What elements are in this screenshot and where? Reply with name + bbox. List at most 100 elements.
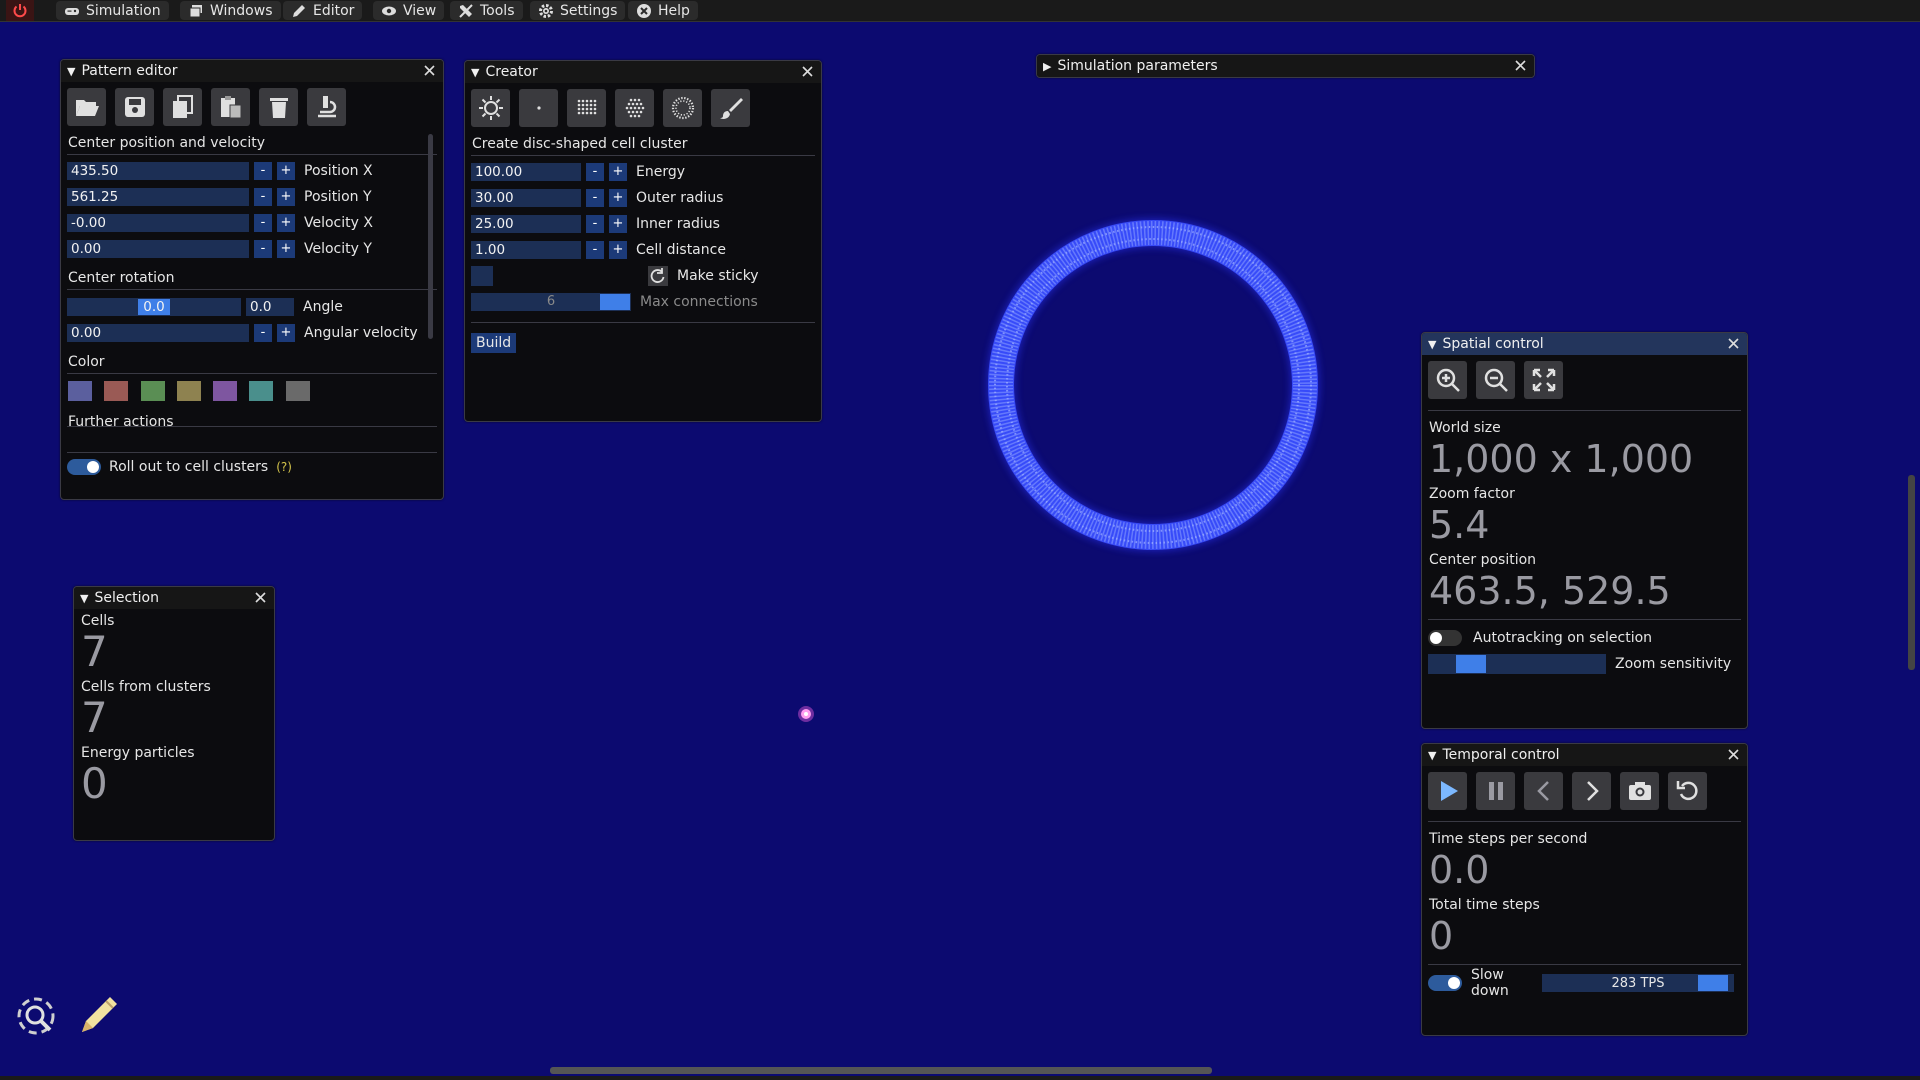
energy-decrement[interactable]: - (586, 162, 604, 181)
collapse-triangle-icon[interactable]: ▼ (471, 66, 479, 79)
close-icon[interactable] (1726, 747, 1741, 762)
create-cell-button[interactable] (471, 89, 510, 127)
menu-settings[interactable]: Settings (530, 1, 626, 20)
autotracking-toggle[interactable] (1428, 630, 1462, 646)
position-y-increment[interactable]: + (277, 187, 295, 206)
collapse-triangle-icon[interactable]: ▼ (1428, 338, 1436, 351)
close-icon[interactable] (422, 63, 437, 78)
position-x-input[interactable]: 435.50 (67, 161, 249, 180)
build-button[interactable]: Build (471, 333, 517, 353)
rollout-toggle[interactable] (67, 459, 101, 475)
spatial-control-title-bar[interactable]: ▼ Spatial control (1422, 333, 1747, 355)
inner-radius-increment[interactable]: + (609, 214, 627, 233)
cell-distance-input[interactable]: 1.00 (471, 240, 581, 259)
simulation-parameters-title-bar[interactable]: ▶ Simulation parameters (1037, 55, 1534, 77)
zoom-sensitivity-slider[interactable] (1428, 654, 1606, 674)
selected-cell-cluster[interactable] (796, 703, 816, 725)
color-swatch-4[interactable] (213, 381, 238, 401)
main-horizontal-scrollbar[interactable] (550, 1067, 1212, 1074)
inspect-button[interactable] (307, 88, 346, 126)
step-forward-button[interactable] (1572, 772, 1611, 810)
menu-editor[interactable]: Editor (283, 1, 363, 20)
open-button[interactable] (67, 88, 106, 126)
edit-mode-pencil-icon[interactable] (76, 992, 122, 1038)
velocity-y-decrement[interactable]: - (254, 239, 272, 258)
max-connections-grab[interactable] (600, 293, 630, 310)
close-icon[interactable] (1513, 58, 1528, 73)
outer-radius-increment[interactable]: + (609, 188, 627, 207)
position-x-decrement[interactable]: - (254, 161, 272, 180)
make-sticky-checkbox[interactable] (471, 265, 493, 286)
pause-button[interactable] (1476, 772, 1515, 810)
color-swatch-1[interactable] (104, 381, 129, 401)
temporal-control-title-bar[interactable]: ▼ Temporal control (1422, 744, 1747, 766)
create-rectangle-button[interactable] (567, 89, 606, 127)
copy-button[interactable] (163, 88, 202, 126)
inner-radius-decrement[interactable]: - (586, 214, 604, 233)
color-swatch-6[interactable] (285, 381, 310, 401)
save-button[interactable] (115, 88, 154, 126)
energy-increment[interactable]: + (609, 162, 627, 181)
cell-distance-increment[interactable]: + (609, 240, 627, 259)
collapse-triangle-icon[interactable]: ▼ (80, 592, 88, 605)
delete-button[interactable] (259, 88, 298, 126)
close-icon[interactable] (800, 64, 815, 79)
power-button[interactable] (6, 0, 34, 21)
menu-view[interactable]: View (373, 1, 445, 20)
close-icon[interactable] (253, 590, 268, 605)
menu-help[interactable]: Help (628, 1, 698, 20)
close-icon[interactable] (1726, 336, 1741, 351)
velocity-x-input[interactable]: -0.00 (67, 213, 249, 232)
snapshot-button[interactable] (1620, 772, 1659, 810)
rollout-help[interactable]: (?) (276, 460, 292, 474)
color-swatch-2[interactable] (140, 381, 165, 401)
velocity-x-decrement[interactable]: - (254, 213, 272, 232)
create-hexagon-button[interactable] (615, 89, 654, 127)
paste-button[interactable] (211, 88, 250, 126)
fit-to-screen-button[interactable] (1524, 361, 1563, 399)
step-backward-button[interactable] (1524, 772, 1563, 810)
reset-icon[interactable] (648, 265, 668, 286)
outer-radius-input[interactable]: 30.00 (471, 188, 581, 207)
velocity-y-increment[interactable]: + (277, 239, 295, 258)
creator-title-bar[interactable]: ▼ Creator (465, 61, 821, 83)
collapse-triangle-icon[interactable]: ▼ (1428, 749, 1436, 762)
tps-slider-grab[interactable] (1698, 975, 1728, 991)
menu-windows[interactable]: Windows (180, 1, 281, 20)
inner-radius-input[interactable]: 25.00 (471, 214, 581, 233)
angular-velocity-input[interactable]: 0.00 (67, 323, 249, 342)
collapse-triangle-icon[interactable]: ▼ (67, 65, 75, 78)
angular-velocity-decrement[interactable]: - (254, 323, 272, 342)
angle-slider[interactable]: 0.0 (67, 297, 241, 316)
tps-slider[interactable]: 283 TPS (1542, 974, 1734, 992)
color-swatch-5[interactable] (249, 381, 274, 401)
zoom-sensitivity-grab[interactable] (1456, 655, 1486, 673)
main-vertical-scrollbar[interactable] (1908, 475, 1915, 670)
angular-velocity-increment[interactable]: + (277, 323, 295, 342)
color-swatch-3[interactable] (176, 381, 201, 401)
menu-simulation[interactable]: Simulation (56, 1, 169, 20)
create-particle-button[interactable] (519, 89, 558, 127)
restore-button[interactable] (1668, 772, 1707, 810)
pattern-editor-scrollbar[interactable] (428, 134, 433, 339)
expand-triangle-icon[interactable]: ▶ (1043, 60, 1051, 73)
velocity-x-increment[interactable]: + (277, 213, 295, 232)
menu-tools[interactable]: Tools (450, 1, 523, 20)
zoom-out-button[interactable] (1476, 361, 1515, 399)
cell-distance-decrement[interactable]: - (586, 240, 604, 259)
selection-title-bar[interactable]: ▼ Selection (74, 587, 274, 609)
zoom-in-button[interactable] (1428, 361, 1467, 399)
create-disc-button[interactable] (663, 89, 702, 127)
max-connections-slider[interactable]: 6 (471, 292, 631, 311)
inspect-object-icon[interactable] (14, 994, 58, 1038)
pattern-editor-title-bar[interactable]: ▼ Pattern editor (61, 60, 443, 82)
velocity-y-input[interactable]: 0.00 (67, 239, 249, 258)
angle-input[interactable]: 0.0 (246, 297, 294, 316)
position-x-increment[interactable]: + (277, 161, 295, 180)
disc-cell-cluster[interactable] (975, 210, 1355, 570)
run-button[interactable] (1428, 772, 1467, 810)
position-y-input[interactable]: 561.25 (67, 187, 249, 206)
color-swatch-0[interactable] (68, 381, 92, 401)
slow-down-toggle[interactable] (1428, 975, 1462, 991)
draw-brush-button[interactable] (711, 89, 750, 127)
